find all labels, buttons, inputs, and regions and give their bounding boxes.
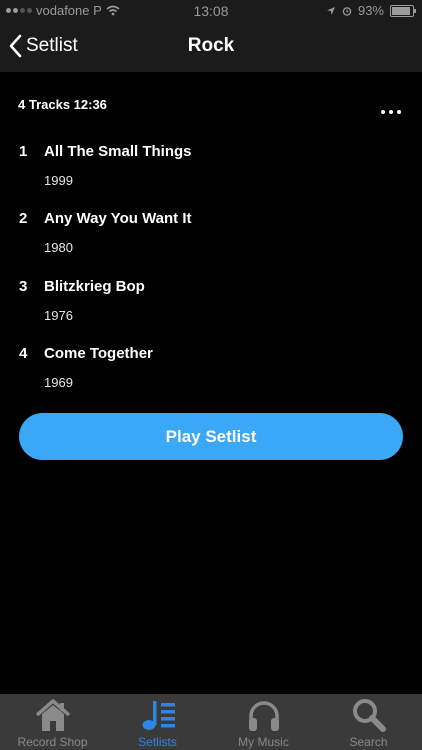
- tab-my-music[interactable]: My Music: [211, 694, 316, 750]
- track-number: 2: [19, 210, 28, 227]
- tab-search[interactable]: Search: [316, 694, 421, 750]
- dot: [389, 110, 393, 114]
- page-title: Rock: [187, 35, 235, 56]
- house-icon: [35, 699, 70, 731]
- dot: [381, 110, 385, 114]
- track-row[interactable]: 1 All The Small Things 1999: [0, 143, 422, 203]
- track-title: Come Together: [44, 345, 153, 362]
- tab-record-shop[interactable]: Record Shop: [0, 694, 105, 750]
- track-year: 1999: [44, 173, 73, 188]
- track-number: 3: [19, 278, 28, 295]
- track-title: All The Small Things: [44, 143, 192, 160]
- setlist-summary: 4 Tracks 12:36: [18, 97, 107, 112]
- dot: [397, 110, 401, 114]
- status-right: 93%: [326, 3, 416, 18]
- tab-label: My Music: [238, 735, 289, 749]
- play-setlist-button[interactable]: Play Setlist: [19, 413, 403, 460]
- track-number: 1: [19, 143, 28, 160]
- track-year: 1980: [44, 240, 73, 255]
- track-row[interactable]: 3 Blitzkrieg Bop 1976: [0, 278, 422, 338]
- tab-label: Record Shop: [17, 735, 88, 749]
- battery-percent: 93%: [357, 3, 384, 18]
- search-icon: [352, 699, 386, 732]
- track-row[interactable]: 2 Any Way You Want It 1980: [0, 210, 422, 270]
- track-number: 4: [19, 345, 28, 362]
- track-title: Any Way You Want It: [44, 210, 192, 227]
- headphones-icon: [248, 701, 279, 731]
- tab-setlists[interactable]: Setlists: [105, 694, 210, 750]
- music-list-icon: [142, 701, 175, 730]
- track-title: Blitzkrieg Bop: [44, 278, 145, 295]
- location-icon: [326, 6, 335, 15]
- tab-label: Search: [349, 735, 388, 749]
- track-row[interactable]: 4 Come Together 1969: [0, 345, 422, 405]
- battery-icon: [390, 4, 416, 17]
- track-year: 1969: [44, 375, 73, 390]
- track-year: 1976: [44, 308, 73, 323]
- navigation-bar: Setlist Rock: [0, 22, 422, 72]
- tab-label: Setlists: [138, 735, 177, 749]
- alarm-icon: [342, 6, 352, 16]
- tab-bar: Record Shop Setlists My Music Search: [0, 694, 422, 750]
- more-options-button[interactable]: [378, 104, 404, 120]
- status-bar: vodafone P 13:08 93%: [0, 0, 422, 22]
